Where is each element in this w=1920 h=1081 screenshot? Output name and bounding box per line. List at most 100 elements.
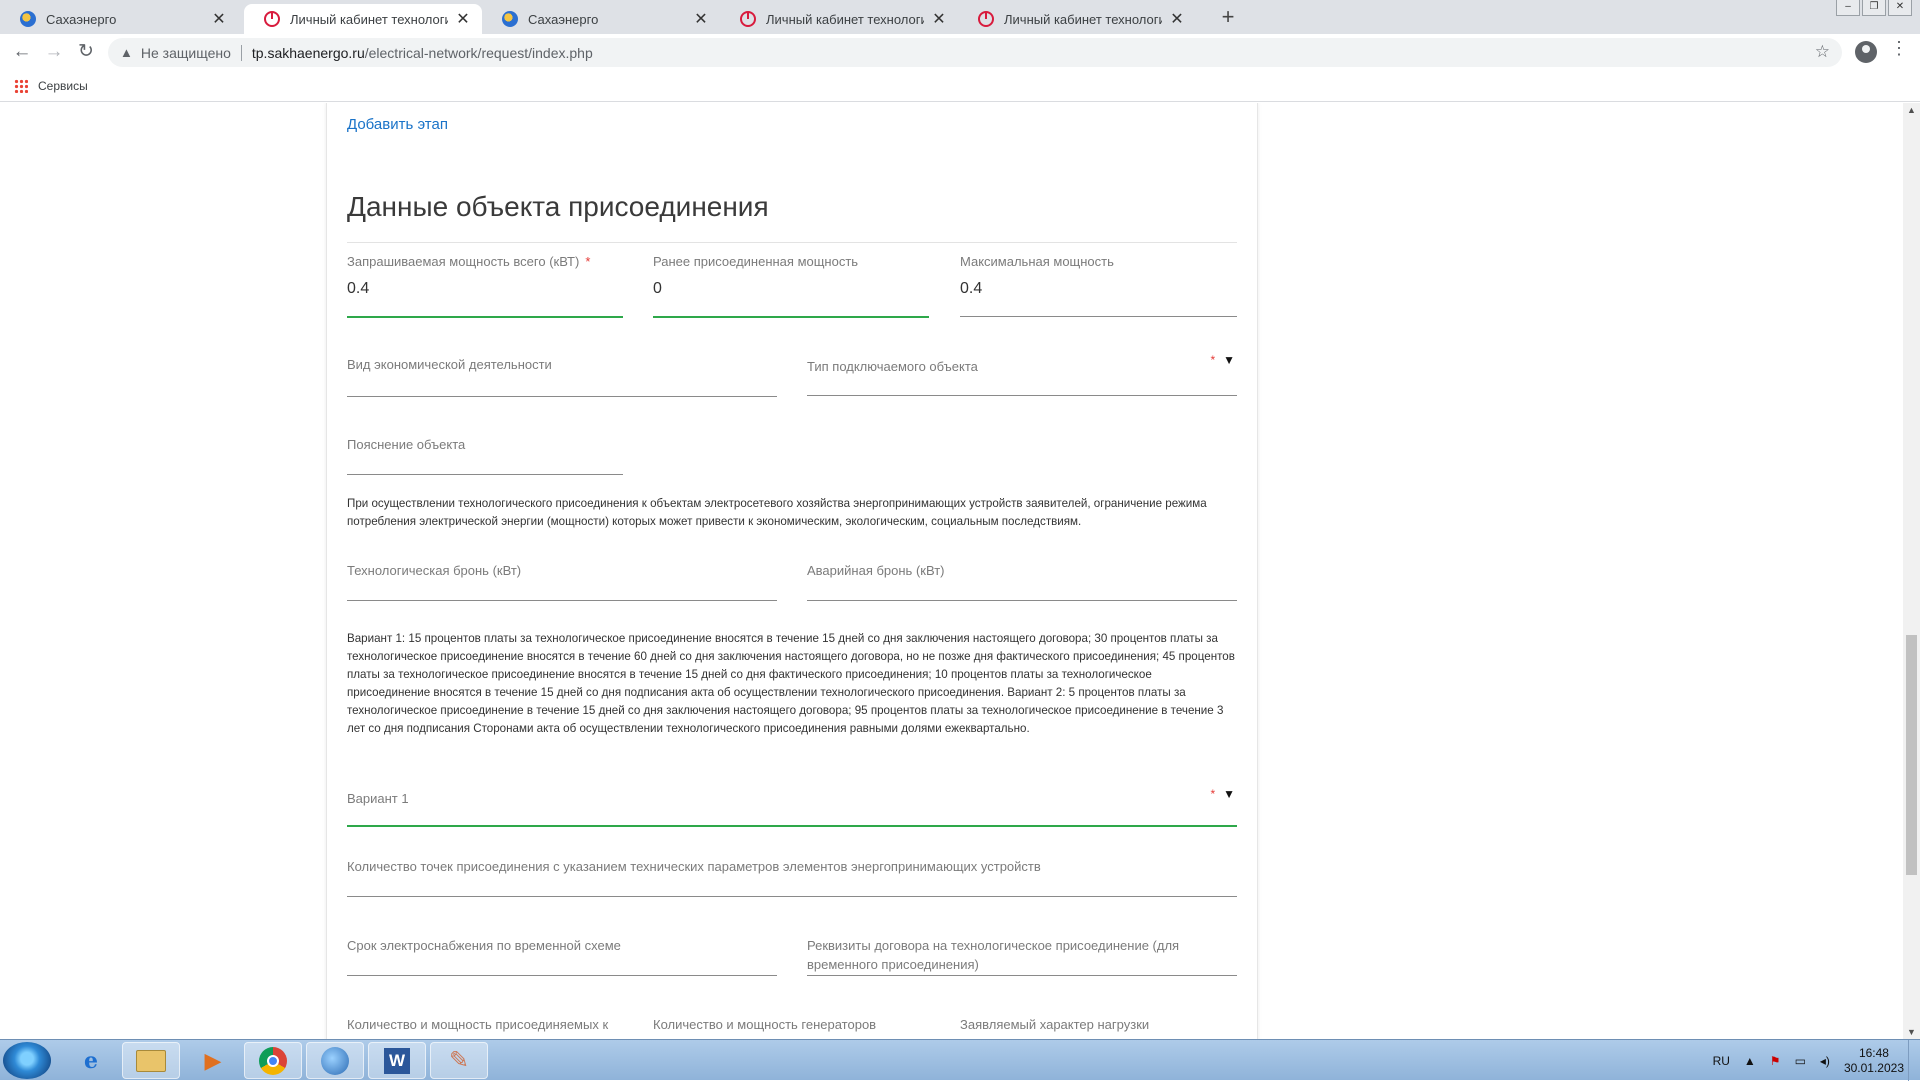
system-tray: RU ▲ ⚑ ▭ ◂) 16:48 30.01.2023: [1713, 1040, 1904, 1081]
restore-icon[interactable]: ❐: [1862, 0, 1886, 16]
forward-arrow-icon[interactable]: →: [38, 36, 70, 68]
connection-points-field[interactable]: Количество точек присоединения с указани…: [347, 855, 1237, 897]
file-explorer-icon[interactable]: [122, 1042, 180, 1079]
field-value: 0.4: [960, 280, 983, 297]
address-bar[interactable]: ▲ Не защищено tp.sakhaenergo.ru/electric…: [108, 38, 1842, 67]
chevron-down-icon[interactable]: ▼: [1223, 787, 1235, 801]
field-label: Заявляемый характер нагрузки: [960, 1017, 1150, 1032]
chrome-icon[interactable]: [244, 1042, 302, 1079]
globe-icon: [20, 11, 36, 27]
back-arrow-icon[interactable]: ←: [6, 36, 38, 68]
clock-date: 30.01.2023: [1843, 1060, 1904, 1075]
close-icon[interactable]: ✕: [1168, 9, 1186, 29]
windows-taskbar: e ▶ W ✎ RU ▲ ⚑ ▭ ◂) 16:48 30.01.2023: [0, 1039, 1920, 1081]
restriction-note: При осуществлении технологического присо…: [347, 497, 1207, 528]
field-label: Реквизиты договора на технологическое пр…: [807, 938, 1180, 972]
field-label: Количество и мощность присоединяемых к: [347, 1017, 609, 1032]
section-title: Данные объекта присоединения: [347, 191, 769, 222]
close-icon[interactable]: ✕: [930, 9, 948, 29]
tab-title: Личный кабинет технологическ: [290, 11, 448, 27]
payment-note: Вариант 1: 15 процентов платы за техноло…: [347, 632, 1235, 735]
max-power-field[interactable]: Максимальная мощность 0.4: [960, 246, 1237, 317]
scroll-down-icon[interactable]: ▼: [1907, 1027, 1916, 1037]
object-explanation-field[interactable]: Пояснение объекта: [347, 433, 623, 475]
tab-title: Личный кабинет технологическ: [766, 11, 924, 27]
object-type-select[interactable]: Тип подключаемого объекта * ▼: [807, 353, 1237, 396]
load-character-field[interactable]: Заявляемый характер нагрузки: [960, 1013, 1237, 1039]
browser-tab-bar: Сахаэнерго ✕ Личный кабинет технологичес…: [0, 0, 1920, 34]
power-icon: [740, 11, 756, 27]
tab-sakhaenergo-1[interactable]: Сахаэнерго ✕: [0, 4, 238, 34]
field-label: Максимальная мощность: [960, 254, 1114, 269]
word-icon[interactable]: W: [368, 1042, 426, 1079]
clock[interactable]: 16:48 30.01.2023: [1844, 1046, 1904, 1076]
divider: [240, 44, 242, 61]
close-icon[interactable]: ✕: [692, 9, 710, 29]
close-window-icon[interactable]: ✕: [1888, 0, 1912, 16]
reload-icon[interactable]: ↻: [70, 36, 102, 68]
temp-supply-period-field[interactable]: Срок электроснабжения по временной схеме: [347, 934, 777, 976]
volume-icon[interactable]: ◂): [1820, 1054, 1830, 1068]
tray-expand-icon[interactable]: ▲: [1744, 1054, 1756, 1068]
tab-title: Сахаэнерго: [528, 11, 599, 27]
economic-activity-field[interactable]: Вид экономической деятельности: [347, 353, 777, 397]
tab-cabinet-3[interactable]: Личный кабинет технологическ ✕: [958, 4, 1196, 34]
field-label: Пояснение объекта: [347, 437, 466, 452]
generators-field[interactable]: Количество и мощность генераторов: [653, 1013, 929, 1039]
bookmarks-bar: Сервисы: [0, 70, 1920, 102]
media-player-icon[interactable]: ▶: [184, 1042, 242, 1079]
internet-explorer-icon[interactable]: e: [62, 1042, 120, 1079]
warning-icon: ▲: [120, 45, 133, 60]
scroll-up-icon[interactable]: ▲: [1907, 105, 1916, 115]
action-center-icon[interactable]: ⚑: [1770, 1054, 1781, 1068]
field-value: 0.4: [347, 280, 370, 297]
minimize-icon[interactable]: –: [1836, 0, 1860, 16]
account-icon[interactable]: [1855, 41, 1877, 63]
tab-sakhaenergo-2[interactable]: Сахаэнерго ✕: [482, 4, 720, 34]
field-label: Тип подключаемого объекта: [807, 359, 978, 374]
clock-time: 16:48: [1858, 1045, 1889, 1060]
chevron-down-icon[interactable]: ▼: [1223, 353, 1235, 367]
page-viewport: Добавить этап Данные объекта присоединен…: [0, 103, 1903, 1039]
field-label: Технологическая бронь (кВт): [347, 563, 522, 578]
tech-reserve-field[interactable]: Технологическая бронь (кВт): [347, 559, 777, 601]
apps-grid-icon[interactable]: [14, 78, 28, 93]
bookmark-services[interactable]: Сервисы: [38, 79, 88, 93]
page-scrollbar[interactable]: ▲ ▼: [1903, 103, 1920, 1039]
close-icon[interactable]: ✕: [210, 9, 228, 29]
power-icon: [978, 11, 994, 27]
tab-cabinet-1[interactable]: Личный кабинет технологическ ✕: [244, 4, 482, 34]
requested-power-field[interactable]: Запрашиваемая мощность всего (кВТ) * 0.4: [347, 246, 623, 318]
divider: [347, 242, 1237, 243]
contract-details-field[interactable]: Реквизиты договора на технологическое пр…: [807, 934, 1237, 976]
connected-devices-field[interactable]: Количество и мощность присоединяемых к: [347, 1013, 623, 1039]
globe-icon: [502, 11, 518, 27]
show-desktop-button[interactable]: [1908, 1040, 1920, 1081]
thunderbird-icon[interactable]: [306, 1042, 364, 1079]
browser-toolbar: ← → ↻ ▲ Не защищено tp.sakhaenergo.ru/el…: [0, 34, 1920, 70]
tab-title: Сахаэнерго: [46, 11, 117, 27]
field-value: 0: [653, 280, 662, 297]
field-label: Срок электроснабжения по временной схеме: [347, 938, 621, 953]
emergency-reserve-field[interactable]: Аварийная бронь (кВт): [807, 559, 1237, 601]
close-icon[interactable]: ✕: [454, 9, 472, 29]
url-host: tp.sakhaenergo.ru: [251, 44, 365, 61]
add-stage-link[interactable]: Добавить этап: [347, 116, 448, 133]
field-label: Количество точек присоединения с указани…: [347, 859, 1041, 874]
language-indicator[interactable]: RU: [1713, 1054, 1730, 1068]
previous-power-field[interactable]: Ранее присоединенная мощность 0: [653, 246, 929, 318]
window-controls: – ❐ ✕: [1836, 0, 1912, 16]
payment-variant-select[interactable]: Вариант 1 * ▼: [347, 779, 1237, 827]
paint-icon[interactable]: ✎: [430, 1042, 488, 1079]
tab-title: Личный кабинет технологическ: [1004, 11, 1162, 27]
new-tab-button[interactable]: +: [1214, 4, 1242, 32]
field-label: Вид экономической деятельности: [347, 357, 552, 372]
start-button[interactable]: [3, 1042, 51, 1079]
url-path: /electrical-network/request/index.php: [364, 44, 593, 61]
menu-dots-icon[interactable]: ⋮: [1890, 38, 1908, 59]
tab-cabinet-2[interactable]: Личный кабинет технологическ ✕: [720, 4, 958, 34]
network-icon[interactable]: ▭: [1795, 1054, 1806, 1068]
bookmark-star-icon[interactable]: ☆: [1815, 42, 1830, 62]
scrollbar-thumb[interactable]: [1906, 635, 1917, 875]
field-label: Количество и мощность генераторов: [653, 1017, 877, 1032]
